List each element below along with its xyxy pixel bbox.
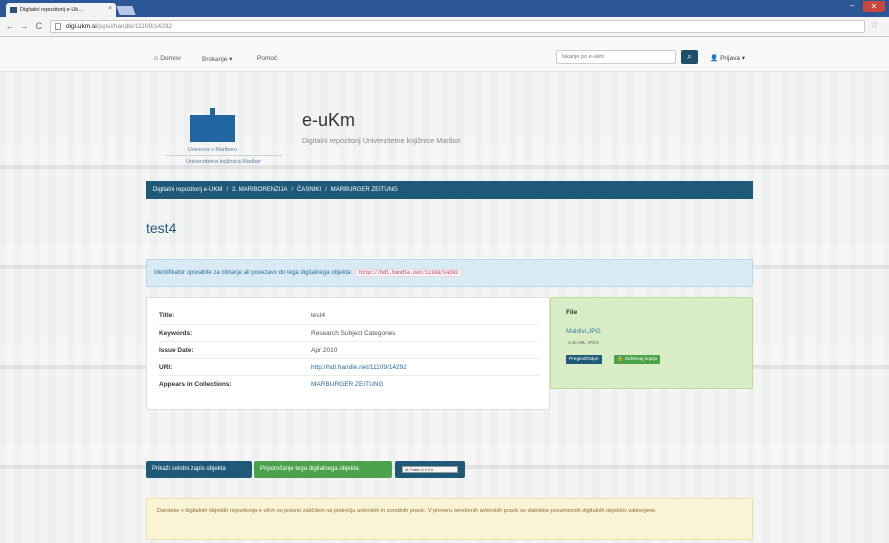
browser-tab[interactable]: Digitalni repozitorij e-Uk… × (6, 3, 116, 17)
metadata-label: URI: (159, 364, 173, 371)
table-row: URI: http://hdl.handle.net/11109/14292 (159, 358, 539, 375)
table-row: Title: test4 (159, 307, 539, 324)
window-close-icon[interactable]: ✕ (863, 1, 885, 12)
university-name: Univerza v Mariboru (187, 147, 238, 153)
site-subtitle: Digitalni repozitorij Univerzitetne knji… (302, 136, 461, 145)
top-navbar: ⌂Domov Brskanje ▾ Pomoč ⌕ 👤Prijava ▾ (0, 38, 889, 72)
table-row: Appears in Collections: MARBURGER ZEITUN… (159, 375, 539, 392)
site-favicon-icon (10, 7, 17, 13)
metadata-table: Title: test4 Keywords: Research Subject … (146, 297, 550, 410)
search-icon: ⌕ (687, 52, 692, 61)
login-label: Prijava ▾ (720, 55, 746, 62)
handle-notice-text: Identifikator uporabite za citiranje ali… (154, 270, 353, 276)
address-bar: ← → C digi.ukm.si/jspui/handle/11109/142… (0, 17, 889, 37)
breadcrumb-separator: / (226, 187, 229, 193)
file-name-link[interactable]: Maldivi.JPG (566, 328, 601, 335)
logo-divider (165, 155, 282, 156)
tab-title: Digitalni repozitorij e-Uk… (20, 7, 84, 13)
altmetric-badge: ALT bakx ⊙ 0 0 9 (402, 466, 458, 473)
metadata-label: Appears in Collections: (159, 381, 232, 388)
metadata-label: Keywords: (159, 330, 193, 337)
item-title: test4 (146, 220, 177, 236)
new-tab-button[interactable] (116, 6, 136, 15)
file-heading: File (566, 309, 578, 316)
handle-url-code[interactable]: http://hdl.handle.net/11109/14292 (355, 269, 463, 277)
metadata-value: Apr 2010 (311, 347, 338, 354)
breadcrumb-item[interactable]: ČASNIKI (297, 187, 321, 193)
login-menu[interactable]: 👤 Prijava ▾ (710, 54, 745, 62)
breadcrumb-item[interactable]: 2. MARIBORENZIJA (232, 187, 287, 193)
uri-link[interactable]: http://hdl.handle.net/11109/14292 (311, 364, 407, 371)
university-logo-icon[interactable] (190, 115, 235, 142)
nav-browse[interactable]: Brskanje ▾ (202, 55, 232, 63)
back-arrow-icon[interactable]: ← (4, 20, 16, 33)
breadcrumb: Digitalni repozitorij e-UKM/2. MARIBOREN… (146, 181, 753, 199)
nav-help[interactable]: Pomoč (257, 55, 277, 62)
collection-link[interactable]: MARBURGER ZEITUNG (311, 381, 384, 388)
user-icon: 👤 (710, 55, 719, 62)
altmetric-widget[interactable]: ALT bakx ⊙ 0 0 9 (395, 461, 465, 478)
request-copy-label: Zahtevaj kopijo (624, 357, 658, 362)
table-row: Keywords: Research Subject Categories (159, 324, 539, 341)
metadata-value: Research Subject Categories (311, 330, 396, 337)
metadata-value: test4 (311, 312, 326, 319)
bookmark-star-icon[interactable]: ☆ (870, 20, 879, 31)
breadcrumb-separator: / (325, 187, 327, 193)
window-minimize-icon[interactable]: – (850, 2, 860, 11)
reload-icon[interactable]: C (33, 20, 45, 33)
request-copy-button[interactable]: 🔒 Zahtevaj kopijo (614, 355, 661, 364)
copyright-notice: Datoteke v digitalnih objektih repozitor… (146, 498, 753, 540)
table-row: Issue Date: Apr 2010 (159, 341, 539, 358)
site-title[interactable]: e-uKm (302, 110, 355, 131)
home-icon: ⌂ (154, 55, 159, 62)
page-content: ⌂Domov Brskanje ▾ Pomoč ⌕ 👤Prijava ▾ Uni… (0, 38, 889, 543)
metadata-label: Title: (159, 312, 175, 319)
url-path: /jspui/handle/11109/14292 (96, 23, 173, 30)
breadcrumb-item[interactable]: Digitalni repozitorij e-UKM (153, 187, 222, 193)
handle-notice: Identifikator uporabite za citiranje ali… (146, 259, 753, 287)
url-field[interactable]: digi.ukm.si/jspui/handle/11109/14292 (50, 20, 865, 33)
page-icon (55, 23, 61, 30)
nav-home[interactable]: ⌂ Domov (154, 55, 181, 62)
logo-tower (210, 108, 215, 115)
search-button[interactable]: ⌕ (681, 50, 698, 64)
tab-close-icon[interactable]: × (108, 6, 112, 12)
file-meta: 3.36 MB, JPEG (568, 340, 600, 345)
lock-icon: 🔒 (617, 357, 623, 362)
view-file-button[interactable]: Pregled/Odpri (566, 355, 602, 364)
search-input[interactable] (556, 50, 676, 64)
breadcrumb-item[interactable]: MARBURGER ZEITUNG (331, 187, 398, 193)
show-full-record-button[interactable]: Prikaži celotni zapis objekta (146, 461, 252, 478)
forward-arrow-icon[interactable]: → (18, 20, 30, 33)
recommend-button[interactable]: Priporočanje tega digitalnega objekta (254, 461, 392, 478)
library-name: Univerzitetna knjižnica Maribor (186, 159, 261, 165)
browser-tab-bar: Digitalni repozitorij e-Uk… × – ✕ (0, 0, 889, 17)
url-host: digi.ukm.si (66, 23, 97, 30)
nav-home-label: Domov (160, 55, 181, 62)
file-panel: File Maldivi.JPG 3.36 MB, JPEG Pregled/O… (550, 297, 753, 389)
breadcrumb-separator: / (291, 187, 294, 193)
metadata-label: Issue Date: (159, 347, 194, 354)
